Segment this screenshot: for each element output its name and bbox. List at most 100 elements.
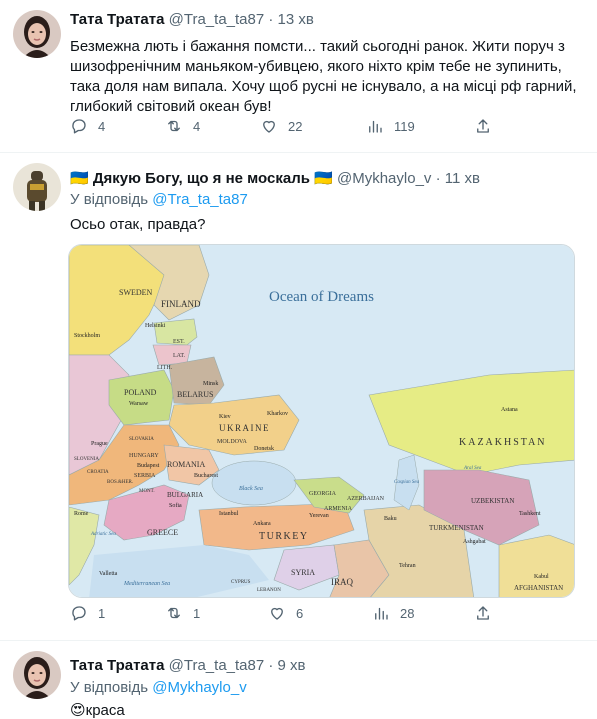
like-button[interactable]: 6 (268, 604, 303, 622)
country-label-slovenia: SLOVENIA (74, 457, 99, 462)
reply-to-link[interactable]: @Mykhaylo_v (152, 679, 246, 696)
map-graphic: Ocean of Dreams SWEDEN FINLAND EST. LAT.… (69, 245, 574, 597)
country-label-turkmenistan: TURKMENISTAN (429, 524, 484, 532)
views-icon (369, 120, 382, 133)
country-label-belarus: BELARUS (177, 390, 213, 399)
share-icon (477, 606, 489, 620)
sea-label-aral: Aral Sea (463, 466, 482, 471)
country-label-croatia: CROATIA (87, 470, 109, 475)
author-handle[interactable]: @Tra_ta_ta87 (169, 11, 265, 28)
reply-button[interactable]: 1 (70, 604, 105, 622)
tweet-text: Безмежна лють і бажання помсти... такий … (70, 38, 577, 115)
country-label-bosnia: BOS.&HER. (107, 480, 133, 485)
reply-context: У відповідь @Tra_ta_ta87 (70, 191, 248, 208)
views-count: 28 (400, 605, 415, 621)
country-label-poland: POLAND (124, 388, 157, 397)
views-button[interactable]: 119 (366, 117, 415, 135)
country-label-georgia: GEORGIA (309, 491, 337, 497)
city-label: Ashgabat (463, 539, 486, 545)
city-label: Tashkent (519, 511, 541, 517)
country-label-iraq: IRAQ (331, 577, 353, 587)
author-name[interactable]: Тата Тратата (70, 657, 164, 674)
tweet-3[interactable]: Тата Тратата @Tra_ta_ta87 · 9 хв У відпо… (0, 641, 597, 719)
country-label-syria: SYRIA (291, 568, 315, 577)
city-label: Helsinki (145, 323, 166, 329)
author-name[interactable]: Тата Тратата (70, 11, 164, 28)
timestamp[interactable]: 13 хв (278, 11, 314, 28)
country-label-armenia: ARMENIA (324, 506, 353, 512)
views-icon (375, 607, 388, 620)
country-label-afghanistan: AFGHANISTAN (514, 584, 563, 592)
country-label-serbia: SERBIA (134, 473, 156, 479)
reply-prefix: У відповідь (70, 191, 149, 208)
city-label: Kharkov (267, 411, 288, 417)
country-label-cyprus: CYPRUS (231, 580, 251, 585)
reply-to-link[interactable]: @Tra_ta_ta87 (152, 191, 248, 208)
country-label-montenegro: MONT. (139, 489, 155, 494)
author-handle[interactable]: @Tra_ta_ta87 (169, 657, 265, 674)
city-label: Tehran (399, 563, 416, 569)
city-label: Minsk (203, 381, 218, 387)
flag-right: 🇺🇦 (314, 170, 333, 187)
sea-label-adriatic: Adriatic Sea (90, 532, 116, 537)
city-label: Istanbul (219, 511, 239, 517)
city-label: Warsaw (129, 401, 149, 407)
retweet-count: 4 (193, 118, 201, 134)
comment-icon (72, 119, 86, 134)
city-label: Ankara (253, 521, 271, 527)
tweet-1[interactable]: Тата Тратата @Tra_ta_ta87 · 13 хв Безмеж… (0, 0, 597, 152)
city-label: Rome (74, 511, 89, 517)
city-label: Sofia (169, 502, 182, 509)
timestamp[interactable]: 11 хв (445, 170, 480, 187)
views-button[interactable]: 28 (372, 604, 414, 622)
separator: · (435, 170, 441, 187)
like-button[interactable]: 22 (260, 117, 302, 135)
comment-icon (72, 606, 86, 621)
avatar-image (13, 651, 61, 699)
avatar-image (13, 10, 61, 58)
city-label: Budapest (137, 463, 160, 469)
country-label-bulgaria: BULGARIA (167, 491, 203, 499)
heart-icon (263, 120, 275, 133)
country-label-finland: FINLAND (161, 299, 201, 309)
avatar-image (13, 163, 61, 211)
country-label-azerbaijan: AZERBAIJAN (347, 496, 385, 502)
country-label-hungary: HUNGARY (129, 453, 159, 459)
author-name[interactable]: Дякую Богу, що я не москаль (93, 170, 310, 187)
city-label: Stockholm (74, 333, 100, 339)
share-icon (477, 119, 489, 133)
reply-count: 1 (98, 605, 106, 621)
country-label-est: EST. (173, 339, 185, 345)
country-label-moldova: MOLDOVA (217, 439, 248, 445)
reply-button[interactable]: 4 (70, 117, 105, 135)
city-label: Valletta (99, 571, 118, 577)
avatar[interactable] (13, 10, 61, 58)
reply-context: У відповідь @Mykhaylo_v (70, 679, 247, 696)
city-label: Kiev (219, 414, 231, 420)
views-count: 119 (394, 118, 415, 134)
retweet-icon (168, 120, 180, 132)
separator: · (268, 11, 274, 28)
country-label-sweden: SWEDEN (119, 288, 153, 297)
like-count: 6 (296, 605, 304, 621)
country-label-greece: GREECE (147, 528, 178, 537)
author-handle[interactable]: @Mykhaylo_v (337, 170, 431, 187)
country-label-lat: LAT. (173, 353, 186, 359)
share-button[interactable] (474, 117, 492, 135)
flag-left: 🇺🇦 (70, 170, 89, 187)
share-button[interactable] (474, 604, 492, 622)
city-label: Prague (91, 441, 108, 447)
reply-prefix: У відповідь (70, 679, 149, 696)
sea-label-mediterranean: Mediterranean Sea (123, 581, 170, 587)
city-label: Bucharest (194, 473, 218, 479)
avatar[interactable] (13, 163, 61, 211)
tweet-text: Осьо отак, правда? (70, 216, 206, 233)
country-label-uzbekistan: UZBEKISTAN (471, 497, 514, 505)
retweet-button[interactable]: 4 (165, 117, 200, 135)
city-label: Yerevan (309, 513, 329, 519)
attached-map-image[interactable]: Ocean of Dreams SWEDEN FINLAND EST. LAT.… (68, 244, 575, 598)
heart-icon (271, 607, 283, 620)
retweet-button[interactable]: 1 (165, 604, 200, 622)
timestamp[interactable]: 9 хв (278, 657, 306, 674)
avatar[interactable] (13, 651, 61, 699)
